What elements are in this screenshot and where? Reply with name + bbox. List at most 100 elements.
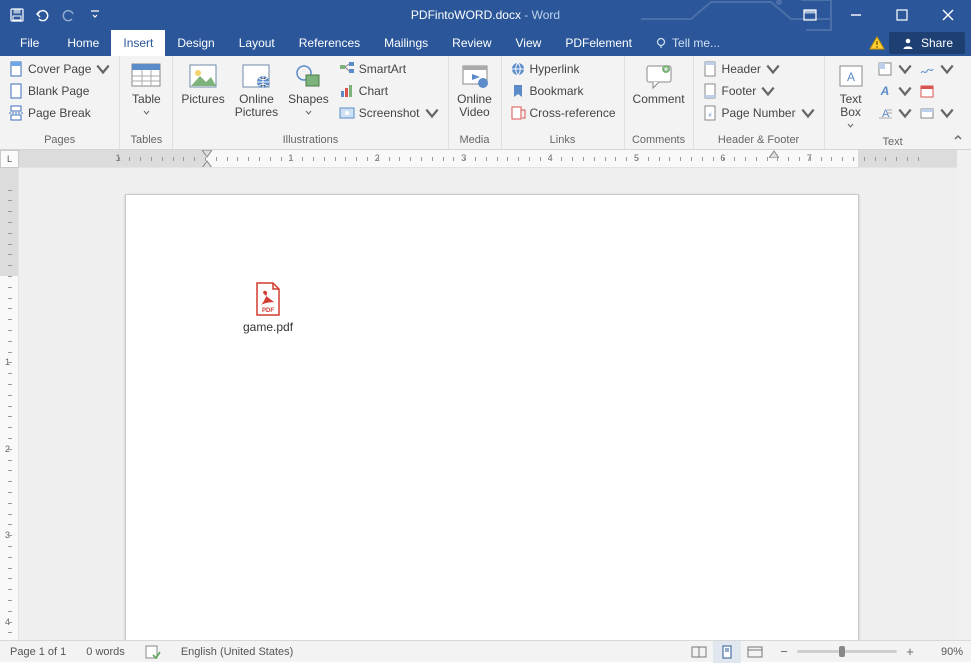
- tab-pdfelement[interactable]: PDFelement: [553, 30, 644, 56]
- table-icon: [130, 62, 162, 90]
- tab-design[interactable]: Design: [165, 30, 226, 56]
- qat-customize-button[interactable]: [84, 4, 106, 26]
- cover-page-button[interactable]: Cover Page: [4, 58, 115, 79]
- status-bar: Page 1 of 1 0 words English (United Stat…: [0, 640, 971, 662]
- blank-page-button[interactable]: Blank Page: [4, 80, 115, 101]
- window-controls: [787, 0, 971, 30]
- close-button[interactable]: [925, 0, 971, 30]
- shapes-icon: [293, 62, 323, 90]
- chevron-down-icon: [939, 61, 955, 77]
- page[interactable]: PDF game.pdf: [125, 194, 859, 640]
- tab-stop-selector[interactable]: L: [0, 150, 19, 168]
- text-box-label: Text Box: [840, 92, 862, 119]
- bookmark-button[interactable]: Bookmark: [506, 80, 620, 101]
- footer-label: Footer: [722, 84, 757, 98]
- web-layout-button[interactable]: [741, 641, 769, 663]
- online-pictures-label: Online Pictures: [235, 93, 278, 119]
- ribbon: Cover Page Blank Page Page Break Pages T…: [0, 56, 971, 150]
- horizontal-ruler[interactable]: 11234567: [19, 150, 957, 168]
- chevron-down-icon: [765, 61, 781, 77]
- zoom-slider[interactable]: [797, 650, 897, 653]
- wordart-button[interactable]: A: [875, 80, 915, 101]
- object-icon: [919, 105, 935, 121]
- tab-home[interactable]: Home: [55, 30, 111, 56]
- document-area[interactable]: PDF game.pdf: [19, 168, 957, 640]
- hanging-indent-marker[interactable]: [202, 160, 212, 168]
- group-comments: Comment Comments: [625, 56, 694, 149]
- chart-button[interactable]: Chart: [335, 80, 444, 101]
- vertical-ruler[interactable]: 1234: [0, 168, 19, 640]
- zoom-value[interactable]: 90%: [923, 646, 963, 658]
- chevron-down-icon: [847, 122, 854, 129]
- screenshot-button[interactable]: Screenshot: [335, 102, 444, 123]
- chevron-down-icon: [939, 105, 955, 121]
- chevron-down-icon: [897, 61, 913, 77]
- status-page[interactable]: Page 1 of 1: [0, 641, 76, 663]
- signature-line-button[interactable]: [917, 58, 957, 79]
- save-button[interactable]: [6, 4, 28, 26]
- online-video-button[interactable]: Online Video: [453, 58, 497, 121]
- drop-cap-button[interactable]: A: [875, 102, 915, 123]
- redo-button[interactable]: [58, 4, 80, 26]
- table-button[interactable]: Table: [124, 58, 168, 121]
- zoom-in-button[interactable]: +: [903, 645, 917, 659]
- shapes-button[interactable]: Shapes: [284, 58, 333, 121]
- tab-insert[interactable]: Insert: [111, 30, 165, 56]
- tab-references[interactable]: References: [287, 30, 372, 56]
- right-indent-marker[interactable]: [769, 150, 779, 158]
- footer-button[interactable]: Footer: [698, 80, 820, 101]
- maximize-button[interactable]: [879, 0, 925, 30]
- drop-cap-icon: A: [877, 105, 893, 121]
- print-layout-button[interactable]: [713, 641, 741, 663]
- pdf-icon: PDF: [253, 281, 283, 317]
- tab-layout[interactable]: Layout: [227, 30, 287, 56]
- smartart-button[interactable]: SmartArt: [335, 58, 444, 79]
- embedded-object[interactable]: PDF game.pdf: [243, 281, 293, 334]
- warning-indicator[interactable]: [865, 30, 889, 56]
- zoom-out-button[interactable]: −: [777, 645, 791, 659]
- group-tables-label: Tables: [124, 132, 168, 149]
- comment-button[interactable]: Comment: [629, 58, 689, 108]
- status-proofing[interactable]: [135, 641, 171, 663]
- title-bar: PDFintoWORD.docx - Word: [0, 0, 971, 30]
- tab-review[interactable]: Review: [440, 30, 503, 56]
- screenshot-icon: [339, 105, 355, 121]
- chart-icon: [339, 83, 355, 99]
- collapse-ribbon-button[interactable]: [951, 131, 965, 145]
- quick-access-toolbar: [0, 4, 106, 26]
- tell-me-search[interactable]: Tell me...: [644, 30, 730, 56]
- ribbon-display-options-button[interactable]: [787, 0, 833, 30]
- cross-reference-button[interactable]: Cross-reference: [506, 102, 620, 123]
- status-word-count[interactable]: 0 words: [76, 641, 135, 663]
- hyperlink-button[interactable]: Hyperlink: [506, 58, 620, 79]
- text-box-icon: A: [837, 63, 865, 89]
- vertical-scrollbar[interactable]: [957, 150, 971, 640]
- object-button[interactable]: [917, 102, 957, 123]
- text-box-button[interactable]: A Text Box: [829, 58, 873, 134]
- blank-page-icon: [8, 83, 24, 99]
- read-mode-button[interactable]: [685, 641, 713, 663]
- tab-mailings[interactable]: Mailings: [372, 30, 440, 56]
- group-tables: Table Tables: [120, 56, 173, 149]
- minimize-button[interactable]: [833, 0, 879, 30]
- share-button[interactable]: Share: [889, 32, 965, 54]
- page-break-icon: [8, 105, 24, 121]
- tab-file[interactable]: File: [10, 30, 55, 56]
- status-language[interactable]: English (United States): [171, 641, 304, 663]
- group-header-footer-label: Header & Footer: [698, 132, 820, 149]
- comment-label: Comment: [633, 93, 685, 106]
- online-pictures-icon: [240, 62, 272, 90]
- page-number-button[interactable]: # Page Number: [698, 102, 820, 123]
- online-pictures-button[interactable]: Online Pictures: [231, 58, 282, 121]
- header-button[interactable]: Header: [698, 58, 820, 79]
- page-break-button[interactable]: Page Break: [4, 102, 115, 123]
- quick-parts-button[interactable]: [875, 58, 915, 79]
- first-line-indent-marker[interactable]: [202, 150, 212, 158]
- group-media: Online Video Media: [449, 56, 502, 149]
- chevron-down-icon: [800, 105, 816, 121]
- tab-view[interactable]: View: [504, 30, 554, 56]
- embedded-filename: game.pdf: [243, 320, 293, 334]
- pictures-button[interactable]: Pictures: [177, 58, 228, 108]
- undo-button[interactable]: [32, 4, 54, 26]
- date-time-button[interactable]: [917, 80, 957, 101]
